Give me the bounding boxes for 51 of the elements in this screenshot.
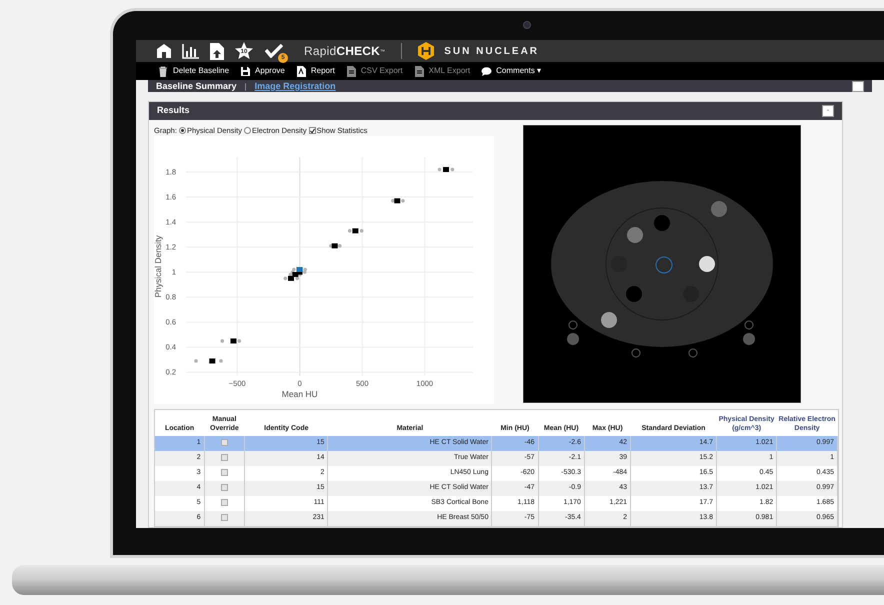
override-checkbox[interactable] (220, 514, 228, 521)
range-marker (438, 168, 442, 172)
range-marker (219, 359, 223, 363)
mean-marker (332, 243, 338, 248)
star-icon (234, 42, 254, 60)
speech-bubble-icon (481, 66, 492, 77)
range-marker (348, 229, 352, 233)
override-checkbox[interactable] (220, 454, 228, 461)
camera-icon (523, 21, 531, 29)
tab[interactable]: Image Registration (254, 80, 336, 92)
bar-chart-icon (182, 43, 200, 60)
override-checkbox[interactable] (220, 438, 228, 446)
range-marker (450, 168, 454, 172)
range-marker (338, 244, 342, 248)
toolbar-button[interactable]: Delete Baseline (158, 65, 230, 78)
check-icon (265, 44, 283, 58)
y-axis-title: Physical Density (154, 235, 163, 298)
document-icon (296, 66, 307, 77)
toolbar-button[interactable]: Comments ▾ (481, 65, 542, 78)
range-marker (194, 359, 198, 363)
document-icon (346, 66, 357, 77)
check-icon (310, 128, 315, 134)
chart-button[interactable] (182, 43, 200, 60)
override-checkbox[interactable] (220, 468, 228, 476)
x-axis-title: Mean HU (282, 389, 318, 399)
home-icon (156, 43, 172, 60)
override-checkbox[interactable] (220, 498, 228, 506)
mean-marker (209, 358, 216, 364)
product-logo: RapidCHECK$^{™}$ (304, 43, 386, 60)
tab-separator: | (244, 80, 247, 92)
expand-button[interactable] (852, 81, 864, 92)
range-marker (401, 199, 405, 203)
mean-marker (352, 228, 358, 234)
tab[interactable]: Baseline Summary (156, 80, 237, 92)
trash-icon (158, 66, 169, 77)
panel-title: Results (157, 104, 190, 118)
override-checkbox[interactable] (220, 484, 228, 491)
company-name: SUN NUCLEAR (444, 44, 540, 59)
home-button[interactable] (156, 43, 172, 60)
range-marker (237, 339, 242, 343)
range-marker (391, 199, 395, 203)
upload-button[interactable] (210, 42, 224, 60)
document-upload-icon (210, 42, 224, 60)
mean-marker (230, 338, 236, 344)
toolbar-button[interactable]: Approve (240, 65, 285, 78)
range-marker (220, 339, 224, 343)
toolbar-button[interactable]: Report (296, 65, 335, 78)
document-icon (414, 66, 425, 77)
mean-marker (443, 167, 449, 172)
range-marker (360, 229, 364, 233)
mean-marker (394, 198, 400, 204)
